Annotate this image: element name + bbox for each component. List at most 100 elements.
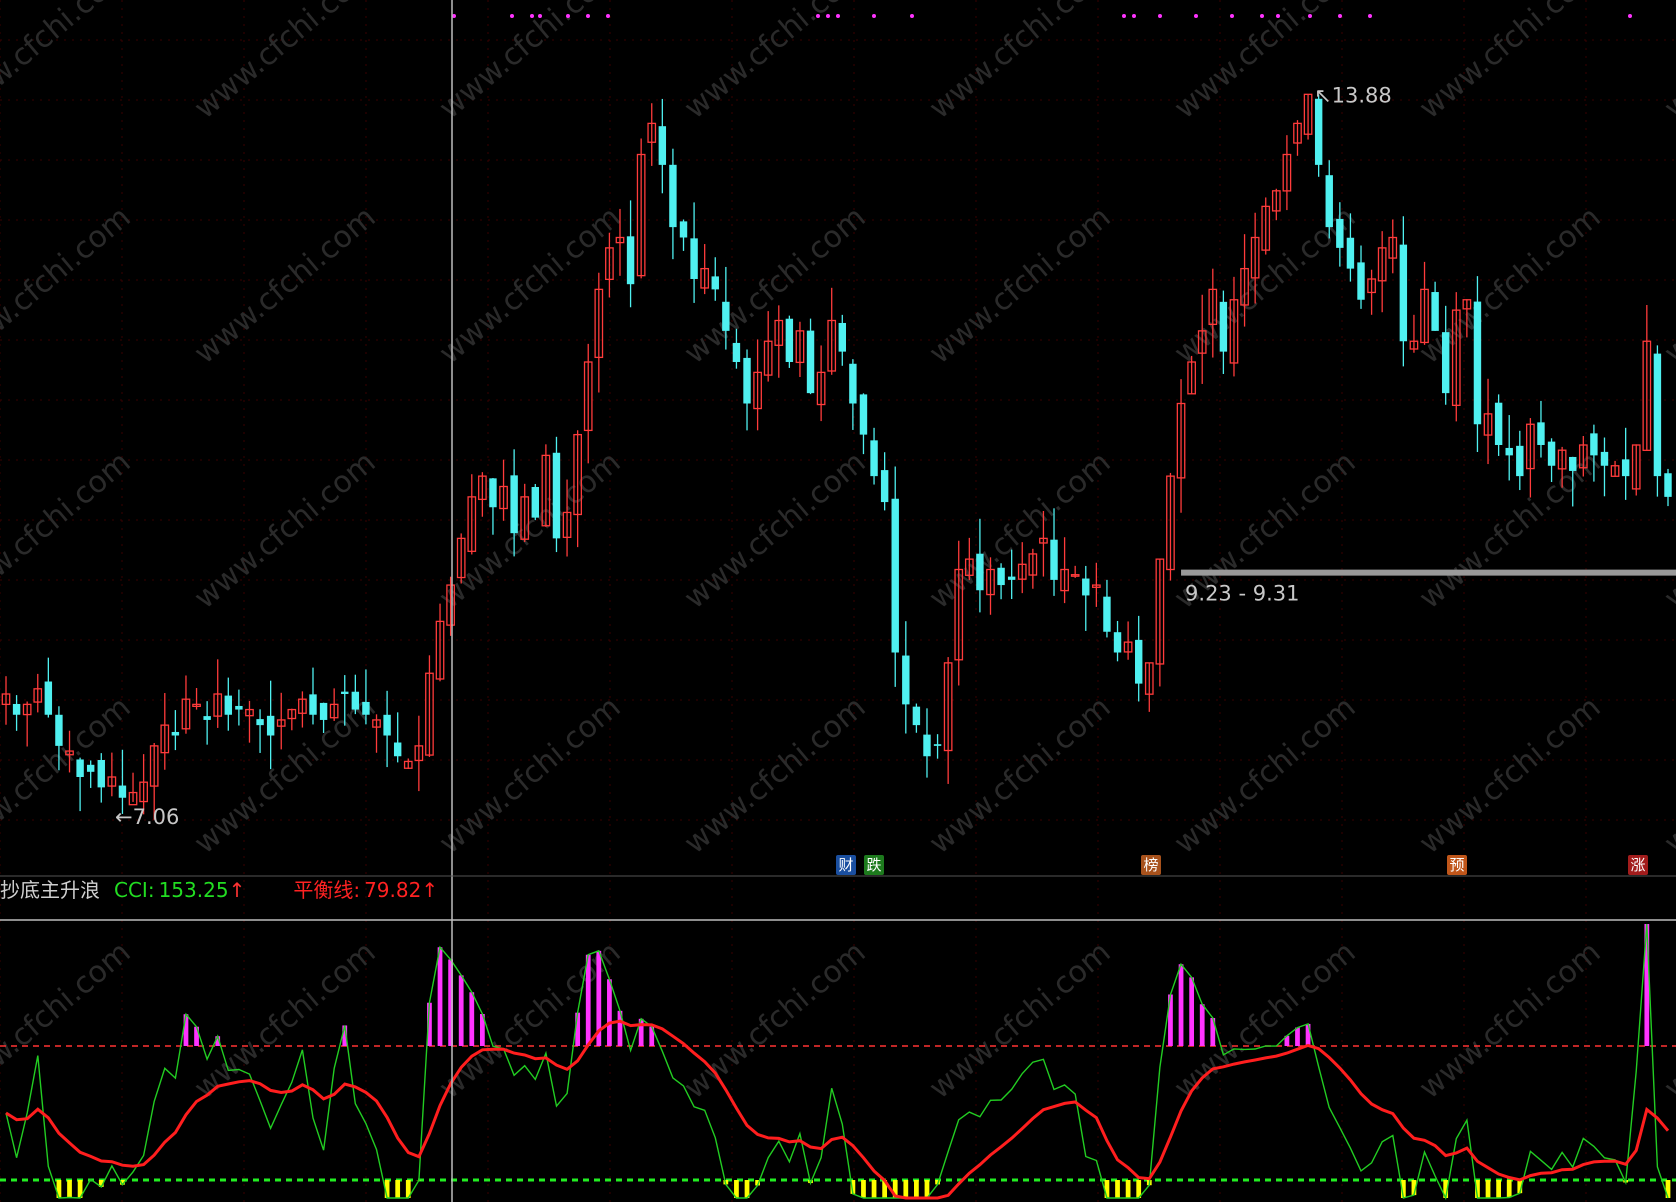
candle-body xyxy=(669,164,677,228)
event-badge[interactable]: 跌 xyxy=(864,855,884,875)
balance-value: 79.82 xyxy=(364,878,422,902)
candle-body xyxy=(976,553,984,591)
candle-body xyxy=(97,759,105,788)
signal-dot xyxy=(910,14,914,18)
event-badge[interactable]: 涨 xyxy=(1628,855,1648,875)
candle-body xyxy=(118,785,127,798)
candle-body xyxy=(711,276,719,290)
candle-body xyxy=(1516,445,1524,477)
watermark: www.cfchi.com xyxy=(678,935,873,1106)
candle-body xyxy=(626,236,635,285)
candle-body xyxy=(309,694,317,715)
candle-body xyxy=(383,714,391,736)
candle-body xyxy=(1050,539,1058,580)
watermark: www.cfchi.com xyxy=(1413,935,1608,1106)
candle-body xyxy=(1537,422,1545,445)
signal-dot xyxy=(538,14,542,18)
signal-dot xyxy=(872,14,876,18)
event-badge[interactable]: 榜 xyxy=(1141,855,1161,875)
candle-body xyxy=(55,714,63,746)
range-label: 9.23 - 9.31 xyxy=(1185,582,1299,606)
watermark: www.cfchi.com xyxy=(1658,0,1676,126)
watermark: www.cfchi.com xyxy=(1658,200,1676,371)
watermark: www.cfchi.com xyxy=(678,690,873,861)
candle-body xyxy=(203,716,211,720)
candle-body xyxy=(785,318,794,362)
watermark: www.cfchi.com xyxy=(678,445,873,616)
watermark: www.cfchi.com xyxy=(923,200,1118,371)
watermark: www.cfchi.com xyxy=(433,690,628,861)
chart-stage: www.cfchi.com www.cfchi.com www.cfchi.com w… xyxy=(0,0,1676,1202)
cci-value: 153.25 xyxy=(158,878,229,902)
watermark: www.cfchi.com xyxy=(1413,690,1608,861)
candle-body xyxy=(1494,402,1503,445)
watermark: www.cfchi.com xyxy=(1658,690,1676,861)
candle-body xyxy=(1600,451,1609,466)
balance-legend: 平衡线: 79.82↑ xyxy=(293,878,438,902)
candle-body xyxy=(266,715,275,736)
candle-body xyxy=(510,475,518,534)
candle-body xyxy=(351,691,360,710)
candle-body xyxy=(393,742,402,757)
signal-dot xyxy=(1122,14,1126,18)
candle-body xyxy=(1441,332,1450,394)
candle-body xyxy=(256,719,264,726)
candle-body xyxy=(552,452,561,539)
watermark: www.cfchi.com xyxy=(0,445,137,616)
candle-body xyxy=(1336,218,1344,248)
cci-legend: CCI: 153.25↑ xyxy=(114,878,245,902)
watermark: www.cfchi.com xyxy=(188,0,383,126)
cci-label: CCI: xyxy=(114,878,155,902)
signal-dot xyxy=(1230,14,1234,18)
candle-body xyxy=(1134,639,1143,684)
signal-dot xyxy=(586,14,590,18)
candle-body xyxy=(44,681,53,715)
signal-dot xyxy=(1368,14,1372,18)
candle-body xyxy=(1113,632,1122,653)
candle-body xyxy=(732,342,741,362)
signal-dot xyxy=(1276,14,1280,18)
watermark: www.cfchi.com xyxy=(433,0,628,126)
up-arrow-icon: ↑ xyxy=(421,878,439,902)
watermark: www.cfchi.com xyxy=(188,690,383,861)
candle-body xyxy=(859,394,868,435)
candle-body xyxy=(1431,292,1439,331)
candle-body xyxy=(849,363,857,404)
watermark: www.cfchi.com xyxy=(678,0,873,126)
event-badge[interactable]: 预 xyxy=(1447,855,1467,875)
candle-body xyxy=(1357,262,1365,300)
candle-body xyxy=(1505,447,1513,456)
candle-body xyxy=(341,691,349,694)
candle-body xyxy=(1653,353,1662,477)
candle-body xyxy=(891,498,899,653)
candle-body xyxy=(362,701,370,715)
watermark: www.cfchi.com xyxy=(188,445,383,616)
signal-dot xyxy=(1194,14,1198,18)
signal-dot xyxy=(1338,14,1342,18)
low-label: ←7.06 xyxy=(115,805,179,829)
watermark-layer: www.cfchi.com www.cfchi.com www.cfchi.com w… xyxy=(0,0,1676,1106)
watermark: www.cfchi.com xyxy=(0,0,137,126)
candle-body xyxy=(870,440,878,477)
event-badge[interactable]: 财 xyxy=(836,855,856,875)
candle-body xyxy=(1621,459,1630,477)
balance-label: 平衡线: xyxy=(293,878,361,902)
signal-dot xyxy=(1308,14,1312,18)
candle-body xyxy=(933,744,942,746)
signal-dot xyxy=(530,14,534,18)
candle-body xyxy=(679,221,688,238)
candle-body xyxy=(235,705,243,710)
candle-body xyxy=(806,330,815,394)
watermark: www.cfchi.com xyxy=(0,690,137,861)
candlestick-chart[interactable] xyxy=(1,14,1672,820)
candle-body xyxy=(912,706,921,726)
candle-body xyxy=(224,695,233,715)
candle-body xyxy=(1219,301,1228,352)
watermark: www.cfchi.com xyxy=(433,445,628,616)
watermark: www.cfchi.com xyxy=(0,935,137,1106)
watermark: www.cfchi.com xyxy=(1413,445,1608,616)
watermark: www.cfchi.com xyxy=(1658,935,1676,1106)
signal-dot xyxy=(836,14,840,18)
candle-body xyxy=(12,703,21,715)
watermark: www.cfchi.com xyxy=(1413,0,1608,126)
